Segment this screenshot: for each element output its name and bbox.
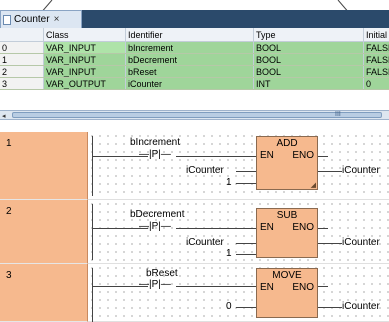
positive-edge-contact[interactable]: —|P|— [139,279,171,290]
initial-cell[interactable]: FALSE [364,66,389,77]
class-cell[interactable]: VAR_INPUT [44,54,126,65]
editor-tab-bar: Counter × [0,10,389,28]
wire [236,183,256,184]
output-variable[interactable]: iCounter [342,301,380,312]
identifier-cell[interactable]: iCounter [126,78,254,89]
table-row[interactable]: 0 VAR_INPUT bIncrement BOOL FALSE [0,42,389,54]
wire [236,254,256,255]
output-variable[interactable]: iCounter [342,237,380,248]
wire [318,307,342,308]
grip-icon: III [335,111,341,118]
block-name: SUB [276,210,298,221]
input-variable[interactable]: iCounter [186,237,224,248]
network-number: 2 [6,206,12,217]
input-constant[interactable]: 0 [226,301,232,312]
positive-edge-contact[interactable]: —|P|— [139,221,171,232]
network-number: 3 [6,270,12,281]
class-cell[interactable]: VAR_OUTPUT [44,78,126,89]
ladder-editor: 1 bIncrement —|P|— ADD EN ENO ◢ iCounter… [0,132,389,322]
initial-cell[interactable]: FALSE [364,42,389,53]
network-3[interactable]: 3 bReset —|P|— MOVE EN ENO 0 iCounter [0,264,389,322]
power-rail [92,268,93,322]
row-index: 3 [0,78,44,89]
input-variable[interactable]: iCounter [186,165,224,176]
document-icon [3,14,11,25]
network-number: 1 [6,138,12,149]
row-index: 1 [0,54,44,65]
eno-pin: ENO [292,282,314,293]
en-pin: EN [260,222,274,233]
wire [318,156,328,157]
positive-edge-contact[interactable]: —|P|— [139,149,171,160]
wire [318,228,328,229]
identifier-cell[interactable]: bReset [126,66,254,77]
column-header-initial[interactable]: Initial [364,28,389,41]
en-pin: EN [260,150,274,161]
column-header-type[interactable]: Type [254,28,364,41]
initial-cell[interactable]: 0 [364,78,389,89]
wire [318,286,328,287]
eno-pin: ENO [292,150,314,161]
function-block-sub[interactable]: SUB EN ENO [256,208,318,258]
horizontal-scrollbar[interactable]: ◂ III [0,110,389,120]
type-cell[interactable]: BOOL [254,66,364,77]
type-cell[interactable]: INT [254,78,364,89]
en-pin: EN [260,282,274,293]
close-icon[interactable]: × [54,14,60,25]
wire [318,243,342,244]
eno-pin: ENO [292,222,314,233]
network-number-cell[interactable]: 1 [0,132,88,200]
type-cell[interactable]: BOOL [254,54,364,65]
output-variable[interactable]: iCounter [342,165,380,176]
scroll-left-icon[interactable]: ◂ [2,112,6,120]
row-index: 2 [0,66,44,77]
identifier-cell[interactable]: bIncrement [126,42,254,53]
function-block-add[interactable]: ADD EN ENO ◢ [256,136,318,190]
row-index: 0 [0,42,44,53]
contact-variable[interactable]: bIncrement [130,137,180,148]
table-row[interactable]: 3 VAR_OUTPUT iCounter INT 0 [0,78,389,90]
tab-counter[interactable]: Counter × [0,10,82,28]
column-header-index[interactable] [0,28,44,41]
type-cell[interactable]: BOOL [254,42,364,53]
wire [176,286,256,287]
class-cell[interactable]: VAR_INPUT [44,42,126,53]
identifier-cell[interactable]: bDecrement [126,54,254,65]
resize-handle-icon[interactable]: ◢ [311,181,316,189]
block-name: MOVE [272,270,302,281]
table-header: Class Identifier Type Initial [0,28,389,42]
block-name: ADD [276,138,298,149]
column-header-class[interactable]: Class [44,28,126,41]
wire [176,228,256,229]
network-2[interactable]: 2 bDecrement —|P|— SUB EN ENO iCounter 1… [0,200,389,264]
initial-cell[interactable]: FALSE [364,54,389,65]
class-cell[interactable]: VAR_INPUT [44,66,126,77]
network-body[interactable] [88,264,389,322]
function-block-move[interactable]: MOVE EN ENO [256,268,318,318]
network-number-cell[interactable]: 2 [0,200,88,264]
wire [236,243,256,244]
wire [318,171,342,172]
table-row[interactable]: 1 VAR_INPUT bDecrement BOOL FALSE [0,54,389,66]
table-row[interactable]: 2 VAR_INPUT bReset BOOL FALSE [0,66,389,78]
power-rail [92,136,93,196]
wire [236,307,256,308]
scrollbar-thumb[interactable]: III [12,111,382,118]
wire [236,171,256,172]
input-constant[interactable]: 1 [226,177,232,188]
network-number-cell[interactable]: 3 [0,264,88,322]
tab-label: Counter [14,14,50,25]
contact-variable[interactable]: bDecrement [130,209,184,220]
contact-variable[interactable]: bReset [146,268,178,279]
input-constant[interactable]: 1 [226,248,232,259]
network-1[interactable]: 1 bIncrement —|P|— ADD EN ENO ◢ iCounter… [0,132,389,200]
power-rail [92,204,93,260]
variable-table: Class Identifier Type Initial 0 VAR_INPU… [0,28,389,90]
column-header-identifier[interactable]: Identifier [126,28,254,41]
wire [176,156,256,157]
